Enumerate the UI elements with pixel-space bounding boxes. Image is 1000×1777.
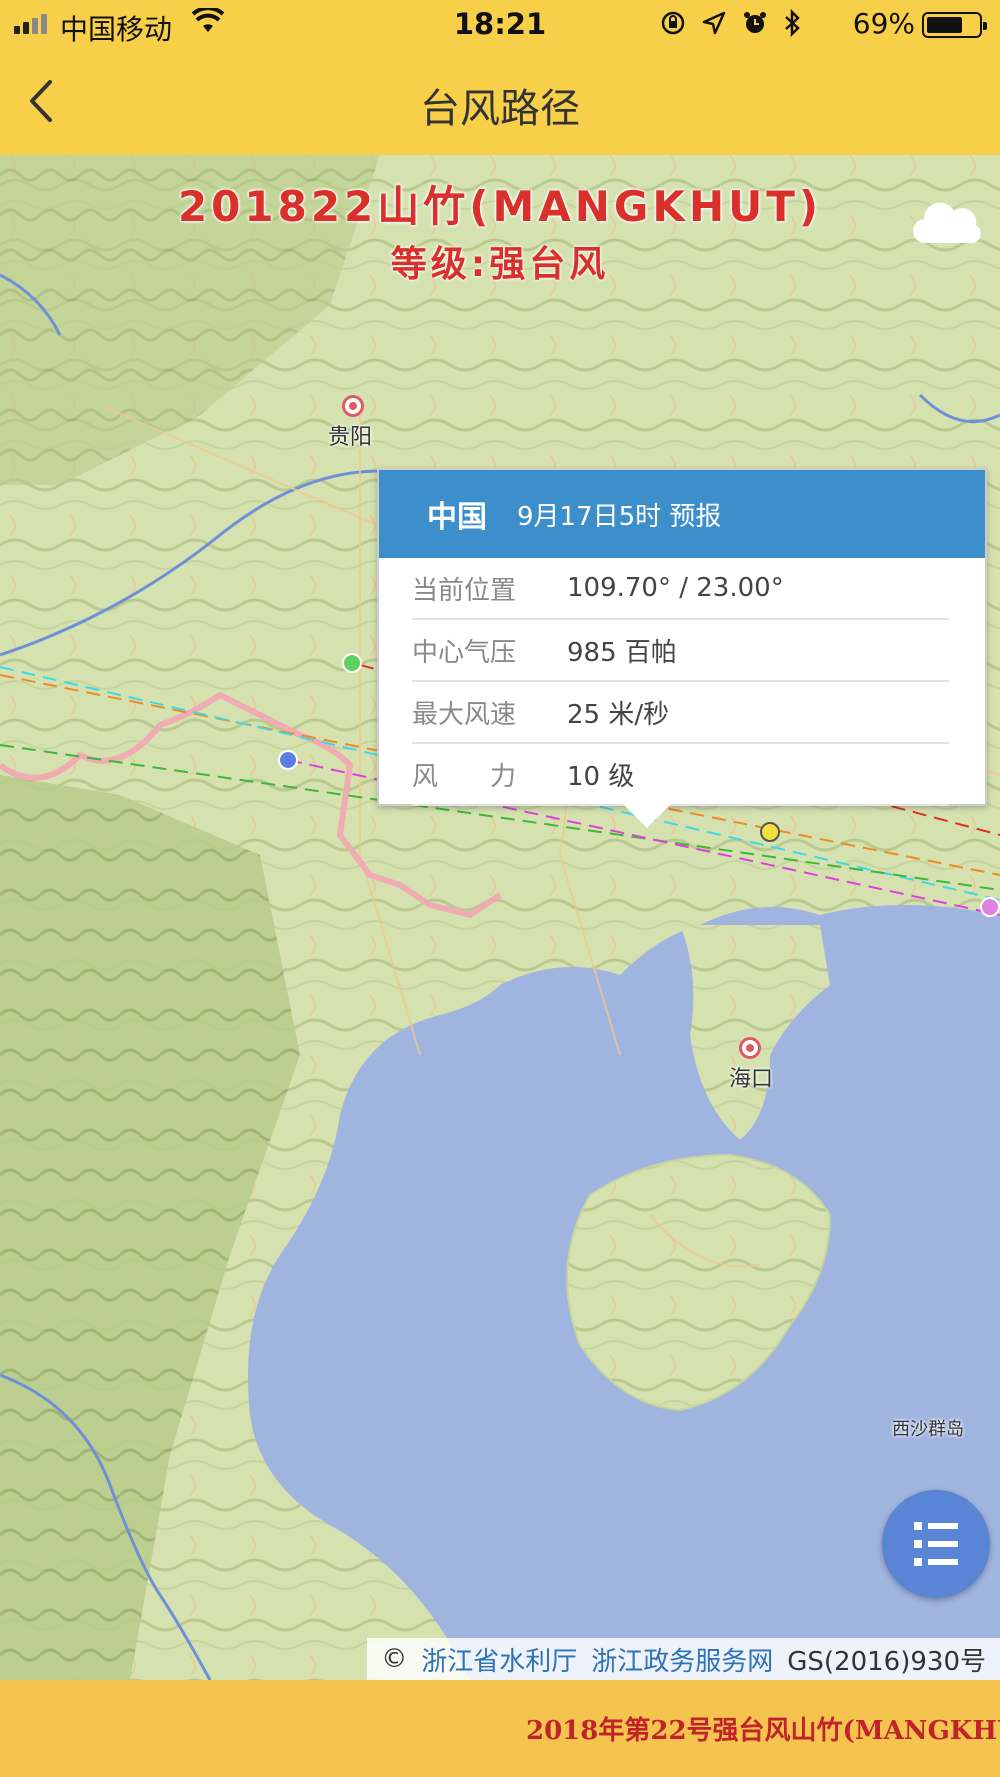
popup-value: 985 百帕 [567, 637, 677, 668]
city-label-haikou: 海口 [729, 1067, 774, 1092]
map-approval-code: GS(2016)930号 [787, 1646, 986, 1677]
track-list-button[interactable] [882, 1490, 990, 1598]
popup-value: 25 米/秒 [567, 699, 670, 730]
alarm-icon [744, 12, 766, 33]
popup-label: 最大风速 [412, 699, 517, 730]
popup-label: 风 力 [412, 761, 517, 792]
popup-value: 109.70° / 23.00° [567, 573, 784, 603]
popup-label: 当前位置 [412, 575, 517, 606]
typhoon-level: 等级:强台风 [390, 244, 610, 285]
list-icon [914, 1522, 958, 1566]
page-title: 台风路径 [420, 86, 580, 132]
city-label-xisha: 西沙群岛 [892, 1419, 964, 1440]
attribution-link-gov-service[interactable]: 浙江政务服务网 [591, 1641, 773, 1678]
popup-pointer [623, 804, 671, 828]
map-attribution: © 浙江省水利厅 浙江政务服务网 GS(2016)930号 [367, 1638, 1000, 1680]
clock: 18:21 [453, 7, 547, 41]
typhoon-title: 201822山竹(MANGKHUT) [177, 182, 823, 231]
status-bar: 中国移动 18:21 69% [0, 0, 1000, 50]
popup-header: 中国 9月17日5时 预报 [379, 470, 985, 558]
popup-label: 中心气压 [412, 637, 517, 668]
cloud-icon[interactable] [908, 199, 988, 249]
bottom-ticker: 2018年第22号强台风山竹(MANGKHUT) [0, 1680, 1000, 1777]
ticker-text: 2018年第22号强台风山竹(MANGKHUT) [526, 1716, 1000, 1746]
battery-percent: 69% [852, 7, 915, 40]
popup-row-wind-speed: 最大风速 25 米/秒 [412, 682, 949, 744]
top-bar: 中国移动 18:21 69% 台风路径 [0, 0, 1000, 155]
popup-row-wind-force: 风 力 10 级 [412, 744, 949, 806]
bluetooth-icon [785, 9, 800, 37]
status-icons [660, 9, 800, 37]
location-icon [702, 11, 726, 35]
popup-row-position: 当前位置 109.70° / 23.00° [412, 558, 949, 620]
orientation-lock-icon [661, 11, 685, 35]
attribution-link-water-dept[interactable]: 浙江省水利厅 [421, 1641, 577, 1678]
popup-row-pressure: 中心气压 985 百帕 [412, 620, 949, 682]
city-marker-guiyang [342, 395, 364, 417]
map-base [0, 155, 1000, 1680]
popup-forecast-time: 9月17日5时 预报 [517, 501, 722, 532]
battery-level [927, 17, 962, 33]
popup-value: 10 级 [567, 761, 635, 792]
battery-icon [922, 12, 987, 38]
typhoon-map[interactable]: 贵阳 南宁 海口 西沙群岛 201822山竹(MANGKHUT) 等级:强台风 … [0, 155, 1000, 1680]
typhoon-info-popup[interactable]: 中国 9月17日5时 预报 当前位置 109.70° / 23.00° 中心气压… [377, 468, 987, 828]
city-label-guiyang: 贵阳 [328, 425, 373, 450]
copyright-symbol: © [381, 1644, 408, 1674]
popup-country: 中国 [427, 500, 487, 535]
city-marker-haikou [739, 1037, 761, 1059]
